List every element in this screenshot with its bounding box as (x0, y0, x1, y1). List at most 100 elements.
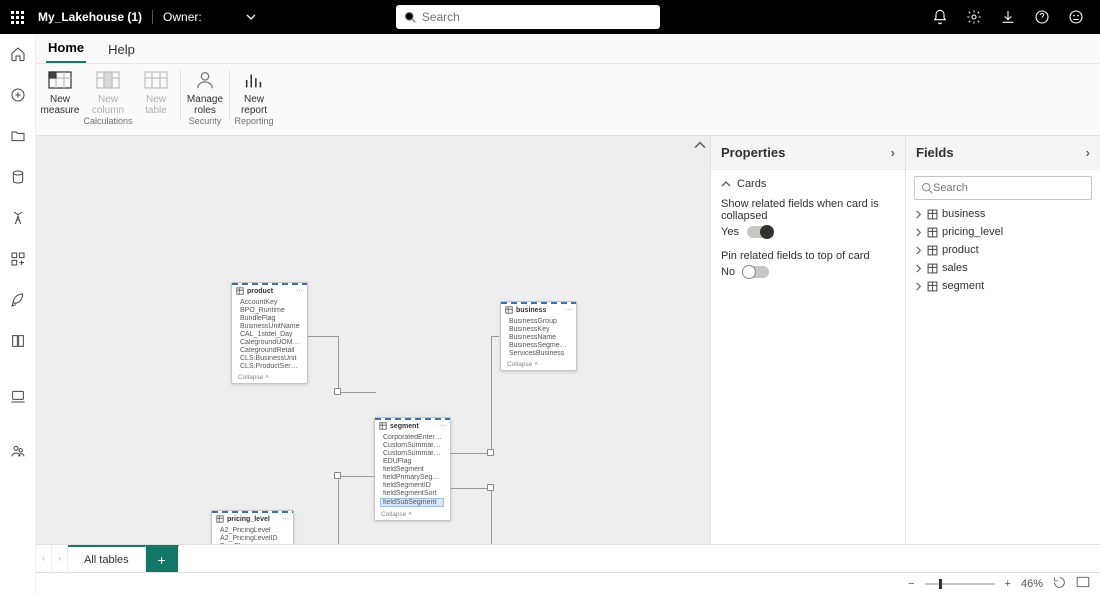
table-field[interactable]: CLS:ProductServiceIndicatorServices (240, 363, 301, 370)
search-icon (404, 11, 416, 23)
opt-pin-related-label: Pin related fields to top of card (721, 250, 895, 262)
table-card-business[interactable]: business⋯ BusinessGroupBusinessKeyBusine… (500, 301, 577, 371)
table-icon (505, 306, 513, 314)
fields-table-item[interactable]: sales (914, 260, 1092, 276)
table-field[interactable]: CustomSummarySegment (383, 450, 444, 457)
table-icon (236, 287, 244, 295)
nav-metrics-icon[interactable] (10, 210, 26, 231)
fields-table-item[interactable]: pricing_level (914, 224, 1092, 240)
fields-pane: Fields› businesspricing_levelproductsale… (905, 136, 1100, 544)
table-field[interactable]: CategroundRetail (240, 347, 301, 354)
fields-table-item[interactable]: product (914, 242, 1092, 258)
expand-ribbon-icon[interactable] (694, 138, 706, 156)
card-menu-icon[interactable]: ⋯ (282, 515, 289, 523)
notifications-icon[interactable] (932, 9, 948, 25)
table-field[interactable]: CustomSummarySector (383, 442, 444, 449)
new-column-button: New column (84, 64, 132, 116)
new-report-button[interactable]: New report (230, 64, 278, 116)
table-field[interactable]: BrevFlag (220, 543, 287, 544)
table-icon (379, 422, 387, 430)
table-field[interactable]: fieldSegmentSort (383, 490, 444, 497)
table-field[interactable]: BusinessKey (509, 326, 570, 333)
table-field[interactable]: CorporatedEnterpriseFlag (383, 434, 444, 441)
card-menu-icon[interactable]: ⋯ (296, 287, 303, 295)
global-search[interactable] (396, 5, 660, 29)
fit-to-screen-icon[interactable] (1076, 576, 1090, 591)
add-layout-tab[interactable]: + (146, 545, 179, 572)
table-field[interactable]: fieldSegment (383, 466, 444, 473)
tab-help[interactable]: Help (106, 36, 137, 63)
table-icon (927, 245, 938, 256)
table-icon (927, 209, 938, 220)
table-field[interactable]: A2_PricingLevelID (220, 535, 287, 542)
table-field[interactable]: CAL_1stdel_Day (240, 331, 301, 338)
file-title: My_Lakehouse (1) (38, 10, 142, 24)
properties-pane: Properties › Cards Show related fields wh… (710, 136, 905, 544)
collapse-properties-icon[interactable]: › (891, 145, 895, 160)
zoom-slider[interactable] (925, 583, 995, 585)
table-card-segment[interactable]: segment⋯ CorporatedEnterpriseFlagCustomS… (374, 417, 451, 521)
table-icon (216, 515, 224, 523)
table-field[interactable]: AccountKey (240, 299, 301, 306)
tab-scroll-right[interactable]: › (52, 545, 68, 572)
manage-roles-button[interactable]: Manage roles (181, 64, 229, 116)
layout-tab-all-tables[interactable]: All tables (68, 545, 146, 572)
zoom-in-button[interactable]: + (1005, 578, 1011, 590)
table-field[interactable]: fieldPrimarySegment (383, 474, 444, 481)
zoom-out-button[interactable]: − (908, 578, 914, 590)
help-icon[interactable] (1034, 9, 1050, 25)
fields-table-item[interactable]: business (914, 206, 1092, 222)
tab-scroll-left[interactable]: ‹ (36, 545, 52, 572)
nav-workspaces-icon[interactable] (10, 443, 26, 464)
new-measure-button[interactable]: New measure (36, 64, 84, 116)
table-field[interactable]: BusinessSegmentName (509, 342, 570, 349)
table-field[interactable]: A2_PricingLevel (220, 527, 287, 534)
table-card-pricing-level[interactable]: pricing_level⋯ A2_PricingLevelA2_Pricing… (211, 510, 294, 544)
nav-workspace-icon[interactable] (10, 388, 26, 409)
table-field[interactable]: fieldSegmentID (383, 482, 444, 489)
table-field[interactable]: ServicesBusiness (509, 350, 570, 357)
owner-dropdown[interactable] (242, 8, 260, 26)
opt-show-related-label: Show related fields when card is collaps… (721, 198, 895, 222)
ribbon-group-reporting: Reporting (230, 116, 278, 126)
cards-section-header[interactable]: Cards (721, 178, 895, 190)
properties-title: Properties (721, 145, 785, 160)
ribbon-group-calculations: Calculations (36, 116, 180, 126)
nav-apps-icon[interactable] (10, 251, 26, 272)
model-canvas[interactable]: product⋯ AccountKeyBPO_RuntimeBundleFlag… (36, 136, 710, 544)
fields-search-input[interactable] (933, 182, 1085, 194)
toggle-pin-related[interactable] (743, 266, 769, 278)
table-card-product[interactable]: product⋯ AccountKeyBPO_RuntimeBundleFlag… (231, 282, 308, 384)
table-field[interactable]: BundleFlag (240, 315, 301, 322)
feedback-icon[interactable] (1068, 9, 1084, 25)
fields-table-item[interactable]: segment (914, 278, 1092, 294)
nav-learn-icon[interactable] (10, 333, 26, 354)
table-field[interactable]: BusinessName (509, 334, 570, 341)
nav-data-icon[interactable] (10, 169, 26, 190)
nav-deploy-icon[interactable] (10, 292, 26, 313)
nav-home-icon[interactable] (10, 46, 26, 67)
reset-zoom-icon[interactable] (1053, 576, 1066, 592)
collapse-fields-icon[interactable]: › (1086, 145, 1090, 160)
table-field[interactable]: BPO_Runtime (240, 307, 301, 314)
settings-icon[interactable] (966, 9, 982, 25)
nav-create-icon[interactable] (10, 87, 26, 108)
table-field[interactable]: BusinessUnitName (240, 323, 301, 330)
table-field[interactable]: BusinessGroup (509, 318, 570, 325)
tab-home[interactable]: Home (46, 34, 86, 63)
table-field[interactable]: fieldSubSegment (380, 498, 444, 507)
download-icon[interactable] (1000, 9, 1016, 25)
table-field[interactable]: CalegroundUOMFieId (240, 339, 301, 346)
global-search-input[interactable] (422, 10, 652, 24)
toggle-show-related[interactable] (747, 226, 773, 238)
app-launcher-icon[interactable] (0, 0, 34, 34)
new-table-button: New table (132, 64, 180, 116)
owner-label: Owner: (152, 10, 202, 24)
table-field[interactable]: EDUFlag (383, 458, 444, 465)
fields-search[interactable] (914, 176, 1092, 200)
card-menu-icon[interactable]: ⋯ (439, 422, 446, 430)
table-icon (927, 227, 938, 238)
nav-browse-icon[interactable] (10, 128, 26, 149)
card-menu-icon[interactable]: ⋯ (565, 306, 572, 314)
table-field[interactable]: CLS:BusinessUnit (240, 355, 301, 362)
